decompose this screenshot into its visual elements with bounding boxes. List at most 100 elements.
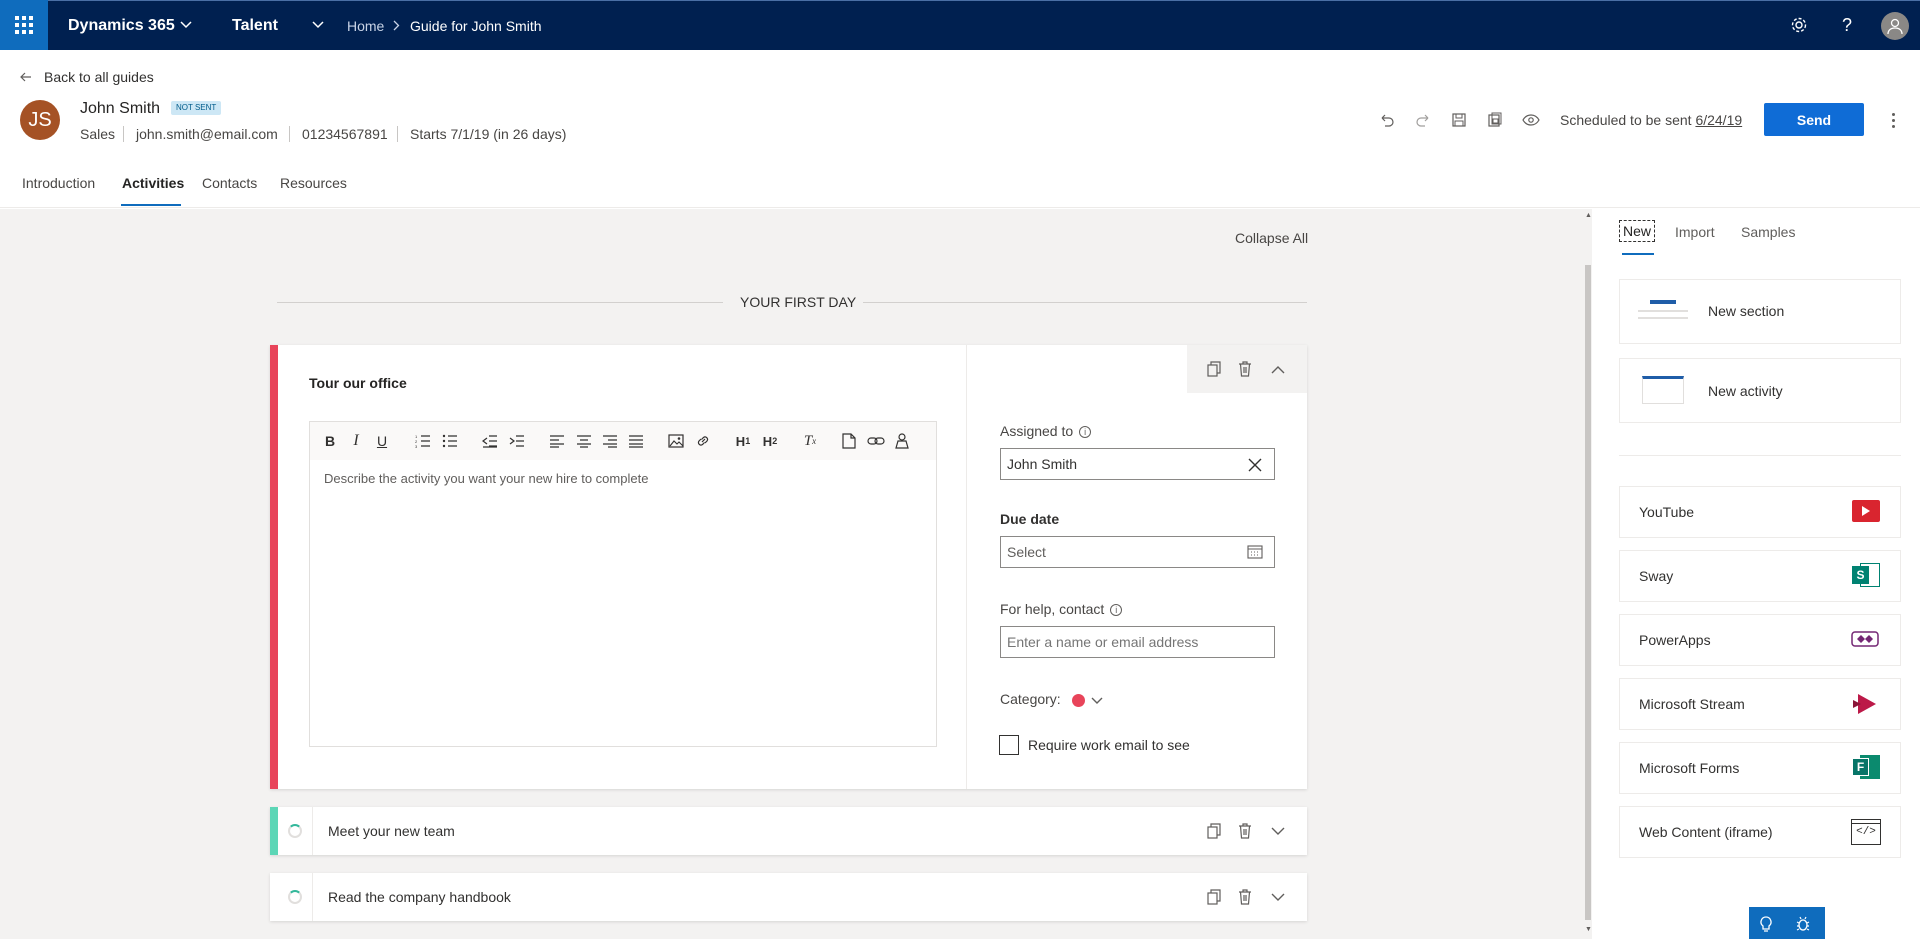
schedule-date-link[interactable]: 6/24/19	[1695, 112, 1742, 128]
more-options-icon[interactable]	[1885, 108, 1901, 132]
powerapps-icon	[1850, 628, 1880, 650]
calendar-icon[interactable]	[1246, 543, 1264, 561]
scroll-up-arrow-icon[interactable]: ▲	[1585, 212, 1592, 220]
save-as-icon[interactable]	[1483, 108, 1507, 132]
redo-icon[interactable]	[1411, 108, 1435, 132]
module-name[interactable]: Talent	[232, 1, 278, 51]
forms-icon: F	[1852, 753, 1880, 781]
info-icon[interactable]: i	[1110, 604, 1123, 617]
assigned-to-field[interactable]: John Smith	[1000, 448, 1275, 480]
due-date-field[interactable]: Select	[1000, 536, 1275, 568]
avatar: JS	[20, 100, 60, 140]
scroll-down-arrow-icon[interactable]: ▼	[1585, 926, 1592, 934]
numbered-list-icon[interactable]: 123	[413, 431, 433, 451]
stream-icon	[1852, 692, 1878, 716]
sway-label: Sway	[1639, 568, 1674, 584]
tab-introduction[interactable]: Introduction	[22, 175, 95, 191]
activity-title[interactable]: Read the company handbook	[328, 889, 511, 905]
assigned-to-label: Assigned to i	[1000, 423, 1092, 439]
tab-activities[interactable]: Activities	[122, 175, 184, 191]
delete-icon[interactable]	[1233, 885, 1257, 909]
align-left-icon[interactable]	[547, 431, 567, 451]
decrease-indent-icon[interactable]	[480, 431, 500, 451]
app-name[interactable]: Dynamics 365	[68, 1, 175, 51]
send-button[interactable]: Send	[1764, 103, 1864, 136]
chevron-down-icon[interactable]	[1266, 819, 1290, 843]
category-chevron-down-icon[interactable]	[1090, 694, 1104, 708]
preview-eye-icon[interactable]	[1519, 108, 1543, 132]
collapse-all-button[interactable]: Collapse All	[1235, 230, 1308, 246]
employee-department: Sales	[80, 126, 116, 142]
category-color-dot[interactable]	[1072, 694, 1085, 707]
status-badge: NOT SENT	[171, 101, 222, 115]
section-divider-right	[863, 302, 1307, 303]
bold-icon[interactable]: B	[320, 431, 340, 451]
underline-icon[interactable]: U	[372, 431, 392, 451]
assigned-to-value: John Smith	[1007, 456, 1078, 472]
chevron-down-icon[interactable]	[1266, 885, 1290, 909]
active-tab-indicator	[121, 204, 181, 206]
microsoft-forms-label: Microsoft Forms	[1639, 760, 1740, 776]
activity-title[interactable]: Meet your new team	[328, 823, 455, 839]
panel-divider	[1619, 455, 1901, 456]
panel-tab-samples[interactable]: Samples	[1741, 224, 1795, 240]
waffle-icon	[15, 16, 33, 34]
insert-file-icon[interactable]	[839, 431, 859, 451]
justify-icon[interactable]	[626, 431, 646, 451]
tab-contacts[interactable]: Contacts	[202, 175, 257, 191]
lightbulb-icon[interactable]	[1756, 914, 1776, 934]
activity-title[interactable]: Tour our office	[309, 375, 407, 391]
heading-1-icon[interactable]: H1	[733, 431, 753, 451]
tab-resources[interactable]: Resources	[280, 175, 347, 191]
italic-icon[interactable]: I	[346, 431, 366, 451]
chevron-up-icon[interactable]	[1266, 357, 1290, 381]
bug-icon[interactable]	[1793, 914, 1813, 934]
insert-image-icon[interactable]	[666, 431, 686, 451]
delete-icon[interactable]	[1233, 357, 1257, 381]
employee-name: John Smith	[80, 100, 161, 117]
app-chevron-down-icon[interactable]	[178, 17, 194, 33]
breadcrumb-home[interactable]: Home	[347, 1, 384, 51]
bullet-list-icon[interactable]	[440, 431, 460, 451]
heading-2-icon[interactable]: H2	[760, 431, 780, 451]
duplicate-icon[interactable]	[1202, 357, 1226, 381]
app-launcher-button[interactable]	[0, 0, 48, 50]
align-center-icon[interactable]	[574, 431, 594, 451]
embed-link-icon[interactable]	[866, 431, 886, 451]
help-question-icon[interactable]: ?	[1835, 13, 1859, 37]
employee-phone: 01234567891	[302, 126, 388, 142]
save-icon[interactable]	[1447, 108, 1471, 132]
meta-divider	[397, 126, 398, 142]
employee-start-date: Starts 7/1/19 (in 26 days)	[410, 126, 567, 142]
section-title[interactable]: YOUR FIRST DAY	[740, 294, 856, 310]
scrollbar-thumb[interactable]	[1585, 265, 1591, 920]
settings-gear-icon[interactable]	[1787, 13, 1811, 37]
panel-tab-import[interactable]: Import	[1675, 224, 1715, 240]
require-email-label: Require work email to see	[1028, 737, 1190, 753]
user-avatar-icon[interactable]	[1881, 12, 1909, 40]
breadcrumb-chevron-right-icon	[390, 19, 402, 31]
section-divider-left	[277, 302, 723, 303]
help-contact-input[interactable]	[1000, 626, 1275, 658]
info-icon[interactable]: i	[1079, 426, 1092, 439]
align-right-icon[interactable]	[600, 431, 620, 451]
back-to-guides-link[interactable]: Back to all guides	[44, 69, 154, 85]
description-editor[interactable]	[309, 421, 937, 747]
require-email-checkbox[interactable]	[999, 735, 1019, 755]
section-template-icon	[1638, 300, 1688, 324]
panel-tab-new[interactable]: New	[1618, 220, 1656, 242]
increase-indent-icon[interactable]	[507, 431, 527, 451]
clear-formatting-icon[interactable]: Tx	[800, 431, 820, 451]
breadcrumb-current: Guide for John Smith	[410, 18, 542, 34]
insert-link-icon[interactable]	[693, 431, 713, 451]
duplicate-icon[interactable]	[1202, 819, 1226, 843]
back-arrow-icon[interactable]	[20, 69, 32, 85]
description-placeholder: Describe the activity you want your new …	[324, 471, 649, 486]
assign-person-icon[interactable]	[892, 431, 912, 451]
duplicate-icon[interactable]	[1202, 885, 1226, 909]
module-chevron-down-icon[interactable]	[310, 17, 326, 33]
delete-icon[interactable]	[1233, 819, 1257, 843]
activity-accent-bar	[270, 345, 278, 789]
undo-icon[interactable]	[1375, 108, 1399, 132]
clear-x-icon[interactable]	[1246, 456, 1264, 474]
